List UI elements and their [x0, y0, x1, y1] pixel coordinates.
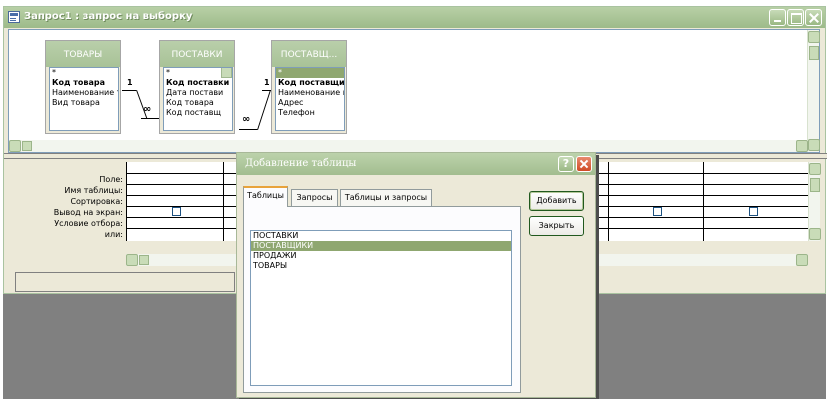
row-label-show: Вывод на экран: [53, 208, 123, 217]
row-label-sort: Сортировка: [70, 197, 123, 206]
column-selector-strip[interactable] [15, 272, 235, 292]
field-item[interactable]: Наименование п [276, 88, 344, 98]
table-pane-vscrollbar[interactable] [807, 30, 820, 152]
help-button[interactable]: ? [558, 156, 574, 172]
list-item[interactable]: ПОСТАВКИ [251, 231, 511, 241]
list-item-selected[interactable]: ПОСТАВЩИКИ [251, 241, 511, 251]
grid-line [608, 162, 609, 241]
scroll-down-icon[interactable] [808, 139, 820, 151]
scroll-down-icon[interactable] [221, 68, 232, 78]
dialog-titlebar[interactable]: Добавление таблицы ? [237, 153, 595, 175]
field-item-key[interactable]: Код товара [50, 78, 118, 88]
field-list-tovary[interactable]: ТОВАРЫ * Код товара Наименование т Вид т… [45, 40, 121, 134]
window-title: Запрос1 : запрос на выборку [24, 11, 193, 22]
row-label-field: Поле: [99, 175, 123, 184]
window-titlebar[interactable]: Запрос1 : запрос на выборку [4, 7, 825, 28]
add-table-dialog: Добавление таблицы ? Таблицы Запросы Таб… [236, 152, 596, 398]
dialog-title: Добавление таблицы [245, 158, 357, 169]
tab-tables[interactable]: Таблицы [243, 186, 288, 207]
table-pane-hscrollbar[interactable] [9, 140, 808, 152]
query-icon [8, 11, 20, 23]
relation-one-label: 1 [264, 78, 270, 87]
relation-many-label: ∞ [143, 104, 152, 115]
show-checkbox[interactable] [749, 207, 758, 216]
tab-tables-and-queries[interactable]: Таблицы и запросы [340, 189, 432, 206]
field-item[interactable]: Адрес [276, 98, 344, 108]
field-item[interactable]: Дата постави [164, 88, 232, 98]
scroll-up-icon[interactable] [809, 163, 821, 175]
field-list-body[interactable]: * Код поставки Дата постави Код товара К… [163, 67, 233, 131]
minimize-button[interactable] [769, 9, 786, 26]
grid-line [223, 162, 224, 241]
relation-one-label: 1 [127, 78, 133, 87]
close-button[interactable]: Закрыть [529, 216, 584, 236]
relationship-line [262, 90, 271, 91]
relationship-line [122, 90, 136, 91]
tab-panel: ПОСТАВКИ ПОСТАВЩИКИ ПРОДАЖИ ТОВАРЫ [243, 206, 521, 393]
field-item-selected[interactable]: * [276, 68, 344, 78]
field-list-postavki[interactable]: ПОСТАВКИ * Код поставки Дата постави Код… [159, 40, 235, 134]
row-label-or: или: [104, 230, 123, 239]
scroll-up-icon[interactable] [808, 31, 820, 43]
field-item-key[interactable]: Код поставщика [276, 78, 344, 88]
field-item[interactable]: Телефон [276, 108, 344, 118]
scroll-thumb[interactable] [139, 255, 149, 265]
show-checkbox[interactable] [172, 207, 181, 216]
scroll-thumb[interactable] [22, 141, 32, 151]
table-list[interactable]: ПОСТАВКИ ПОСТАВЩИКИ ПРОДАЖИ ТОВАРЫ [250, 230, 512, 386]
field-item[interactable]: Наименование т [50, 88, 118, 98]
field-list-body[interactable]: * Код товара Наименование т Вид товара [49, 67, 119, 131]
scroll-left-icon[interactable] [126, 254, 138, 266]
scroll-thumb[interactable] [809, 46, 819, 60]
maximize-button[interactable] [787, 9, 804, 26]
add-button[interactable]: Добавить [529, 191, 584, 211]
relationship-line [257, 90, 271, 130]
field-item-key[interactable]: Код поставки [164, 78, 232, 88]
scroll-right-icon[interactable] [796, 254, 808, 266]
scroll-left-icon[interactable] [9, 140, 21, 152]
scroll-down-icon[interactable] [809, 228, 821, 240]
field-list-postavshchiki[interactable]: ПОСТАВЩ... * Код поставщика Наименование… [271, 40, 347, 134]
row-label-criteria: Условие отбора: [54, 219, 123, 228]
field-list-body[interactable]: * Код поставщика Наименование п Адрес Те… [275, 67, 345, 131]
field-list-scrollbar[interactable] [221, 68, 232, 78]
table-pane[interactable]: ТОВАРЫ * Код товара Наименование т Вид т… [8, 29, 820, 153]
show-checkbox[interactable] [653, 207, 662, 216]
field-list-title[interactable]: ПОСТАВКИ [160, 41, 234, 67]
grid-line [703, 162, 704, 241]
row-label-table: Имя таблицы: [64, 186, 123, 195]
relationship-line [239, 129, 257, 130]
relation-many-label: ∞ [242, 114, 251, 125]
field-list-title[interactable]: ТОВАРЫ [46, 41, 120, 67]
close-button[interactable] [805, 9, 822, 26]
close-dialog-button[interactable] [576, 156, 592, 172]
list-item[interactable]: ПРОДАЖИ [251, 251, 511, 261]
tab-queries[interactable]: Запросы [291, 189, 338, 206]
field-item[interactable]: * [50, 68, 118, 78]
field-list-title[interactable]: ПОСТАВЩ... [272, 41, 346, 67]
scroll-thumb[interactable] [810, 178, 820, 192]
relationship-line [141, 118, 159, 119]
field-item[interactable]: Код поставщ [164, 108, 232, 118]
list-item[interactable]: ТОВАРЫ [251, 261, 511, 271]
scroll-right-icon[interactable] [796, 140, 808, 152]
field-item[interactable]: Вид товара [50, 98, 118, 108]
qbe-vscrollbar[interactable] [808, 162, 821, 241]
field-item[interactable]: Код товара [164, 98, 232, 108]
